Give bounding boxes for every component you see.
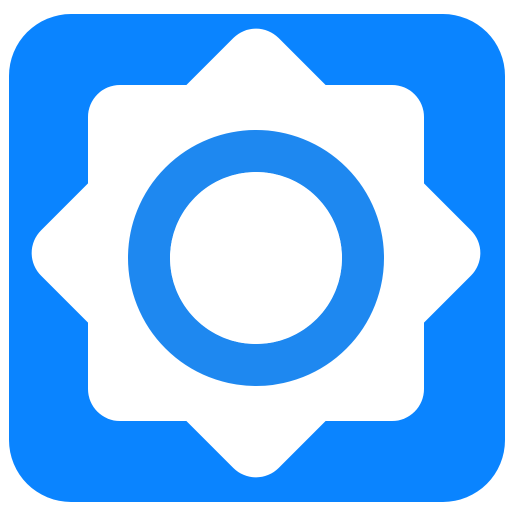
settings-gear-icon <box>9 14 505 502</box>
gear-center-hole <box>170 172 342 344</box>
app-icon[interactable] <box>0 0 512 512</box>
